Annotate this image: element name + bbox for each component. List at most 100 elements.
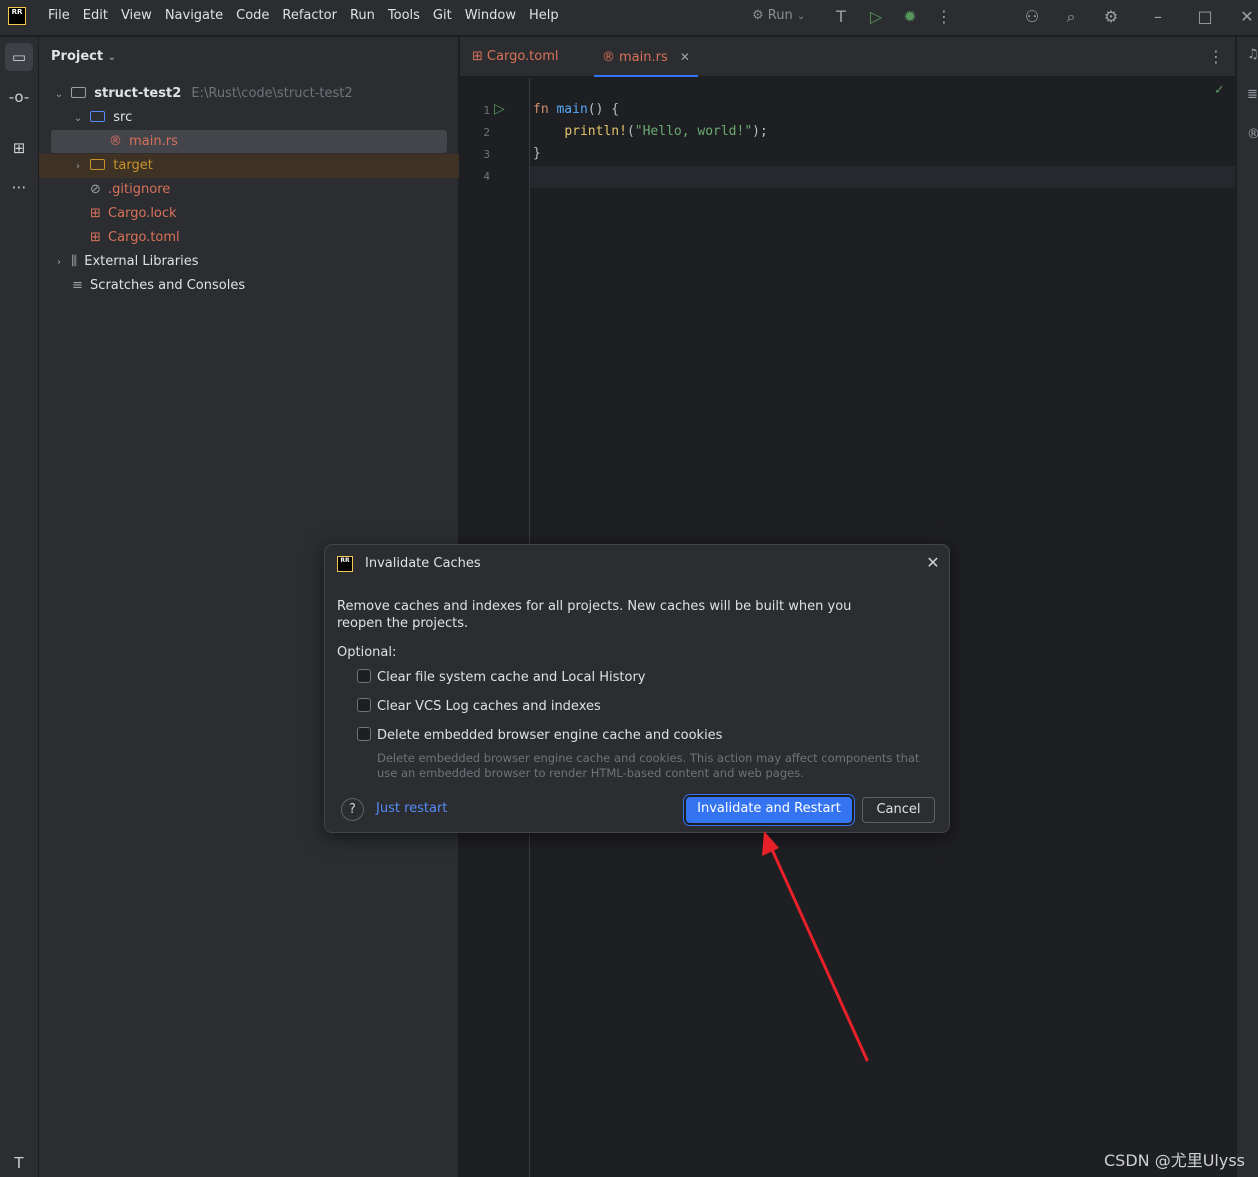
source-folder-icon (90, 111, 106, 122)
project-folder-icon[interactable]: ▭ (5, 43, 33, 71)
structure-icon[interactable]: ⊞ (5, 134, 33, 162)
code-line-3[interactable]: } (533, 146, 541, 161)
menu-run[interactable]: Run (350, 8, 375, 23)
dialog-message: Remove caches and indexes for all projec… (337, 599, 852, 631)
checkbox[interactable] (357, 669, 371, 683)
tab-label: main.rs (619, 50, 668, 65)
code-keyword: fn (533, 102, 557, 117)
tree-item-gitignore[interactable]: ⊘ .gitignore (90, 178, 170, 202)
scratches-icon: ≡ (72, 278, 83, 293)
cancel-button[interactable]: Cancel (862, 797, 935, 823)
menu-edit[interactable]: Edit (83, 8, 108, 23)
database-icon[interactable]: ≣ (1247, 87, 1258, 102)
line-number: 2 (483, 126, 490, 139)
checkbox-label: Clear file system cache and Local Histor… (377, 670, 646, 685)
app-logo: RR (337, 556, 353, 572)
more-vertical-icon[interactable]: ⋮ (933, 6, 955, 28)
line-number: 3 (483, 148, 490, 161)
run-config-selector[interactable]: ⚙ Run ⌄ (752, 8, 805, 23)
menu-file[interactable]: File (48, 8, 70, 23)
dialog-title: Invalidate Caches (365, 556, 481, 571)
code-punctuation: ( (626, 124, 635, 139)
search-icon[interactable]: ⌕ (1060, 6, 1082, 28)
tree-item-external-libraries[interactable]: › ⫼ External Libraries (51, 250, 198, 274)
chevron-down-icon: ⌄ (796, 11, 806, 22)
minimize-icon[interactable]: – (1147, 6, 1169, 28)
project-panel-title[interactable]: Project ⌄ (51, 49, 116, 64)
checkbox[interactable] (357, 727, 371, 741)
tree-item-cargo-toml[interactable]: ⊞ Cargo.toml (90, 226, 180, 250)
chevron-right-icon[interactable]: › (51, 251, 67, 275)
debug-icon[interactable]: ✹ (899, 6, 921, 28)
close-window-icon[interactable]: ✕ (1236, 6, 1258, 28)
menu-help[interactable]: Help (529, 8, 559, 23)
tab-main-rs[interactable]: ® main.rs ✕ (594, 37, 698, 77)
tree-item-scratches[interactable]: ≡ Scratches and Consoles (72, 274, 245, 298)
menu-code[interactable]: Code (236, 8, 269, 23)
option-clear-filesystem-cache[interactable]: Clear file system cache and Local Histor… (357, 669, 646, 687)
code-function-name: main (556, 102, 588, 117)
tree-item-label: target (113, 158, 153, 173)
commit-icon[interactable]: -o- (5, 83, 33, 111)
close-icon[interactable]: ✕ (923, 553, 943, 573)
more-horizontal-icon[interactable]: ⋯ (5, 173, 33, 201)
maximize-icon[interactable]: □ (1194, 6, 1216, 28)
main-menu: File Edit View Navigate Code Refactor Ru… (48, 8, 572, 23)
tab-cargo-toml[interactable]: ⊞ Cargo.toml (472, 37, 559, 77)
right-tool-strip: ♫ ≣ ® (1236, 37, 1258, 1177)
code-macro: println! (564, 124, 627, 139)
tree-item-project-root[interactable]: ⌄ struct-test2 E:\Rust\code\struct-test2 (51, 82, 353, 106)
tree-item-src[interactable]: ⌄ src (70, 106, 132, 130)
title-bar: RR File Edit View Navigate Code Refactor… (0, 0, 1258, 36)
tree-item-cargo-lock[interactable]: ⊞ Cargo.lock (90, 202, 177, 226)
just-restart-link[interactable]: Just restart (376, 801, 447, 816)
menu-refactor[interactable]: Refactor (282, 8, 337, 23)
menu-view[interactable]: View (121, 8, 152, 23)
tab-label: Cargo.toml (486, 49, 559, 64)
run-config-label: Run (767, 8, 793, 23)
code-line-2[interactable]: println!("Hello, world!"); (533, 124, 768, 139)
project-title-label: Project (51, 49, 104, 64)
invalidate-caches-dialog: RR Invalidate Caches ✕ Remove caches and… (324, 544, 950, 833)
rust-plugin-icon[interactable]: ® (1247, 127, 1258, 142)
current-line-highlight (460, 166, 1235, 188)
optional-label: Optional: (337, 645, 397, 660)
tree-item-main-rs[interactable]: ® main.rs (109, 130, 178, 154)
line-number: 4 (483, 170, 490, 183)
build-hammer-icon[interactable]: T (5, 1149, 33, 1177)
option-delete-browser-cache[interactable]: Delete embedded browser engine cache and… (357, 727, 722, 745)
tree-item-label: External Libraries (84, 254, 199, 269)
menu-window[interactable]: Window (465, 8, 516, 23)
option-clear-vcs-log-caches[interactable]: Clear VCS Log caches and indexes (357, 698, 601, 716)
inspection-ok-check-icon[interactable]: ✓ (1214, 83, 1225, 98)
hammer-build-icon[interactable]: T (830, 6, 852, 28)
ignore-file-icon: ⊘ (90, 182, 101, 197)
close-tab-icon[interactable]: ✕ (680, 50, 690, 64)
editor-tab-bar: ⊞ Cargo.toml ® main.rs ✕ ⋮ (460, 37, 1235, 77)
option-description: Delete embedded browser engine cache and… (377, 751, 920, 780)
checkbox[interactable] (357, 698, 371, 712)
project-path: E:\Rust\code\struct-test2 (191, 86, 353, 101)
menu-tools[interactable]: Tools (388, 8, 420, 23)
checkbox-label: Delete embedded browser engine cache and… (377, 728, 723, 743)
cargo-file-icon: ⊞ (90, 230, 101, 245)
run-gutter-icon[interactable]: ▷ (494, 101, 505, 117)
tree-item-label: .gitignore (108, 182, 171, 197)
tree-item-label: Scratches and Consoles (90, 278, 246, 293)
help-button[interactable]: ? (341, 798, 364, 821)
notifications-bell-icon[interactable]: ♫ (1247, 47, 1258, 62)
cargo-file-icon: ⊞ (90, 206, 101, 221)
menu-git[interactable]: Git (433, 8, 452, 23)
chevron-right-icon[interactable]: › (70, 155, 86, 179)
tree-item-target[interactable]: › target (70, 154, 153, 178)
chevron-down-icon[interactable]: ⌄ (70, 107, 86, 131)
rust-file-icon: ® (602, 50, 615, 65)
code-line-1[interactable]: fn main() { (533, 102, 619, 117)
invalidate-and-restart-button[interactable]: Invalidate and Restart (686, 797, 852, 823)
chevron-down-icon[interactable]: ⌄ (51, 83, 67, 107)
settings-gear-icon[interactable]: ⚙ (1100, 6, 1122, 28)
run-icon[interactable]: ▷ (865, 6, 887, 28)
menu-navigate[interactable]: Navigate (165, 8, 223, 23)
add-user-icon[interactable]: ⚇ (1021, 6, 1043, 28)
more-vertical-icon[interactable]: ⋮ (1208, 47, 1224, 66)
